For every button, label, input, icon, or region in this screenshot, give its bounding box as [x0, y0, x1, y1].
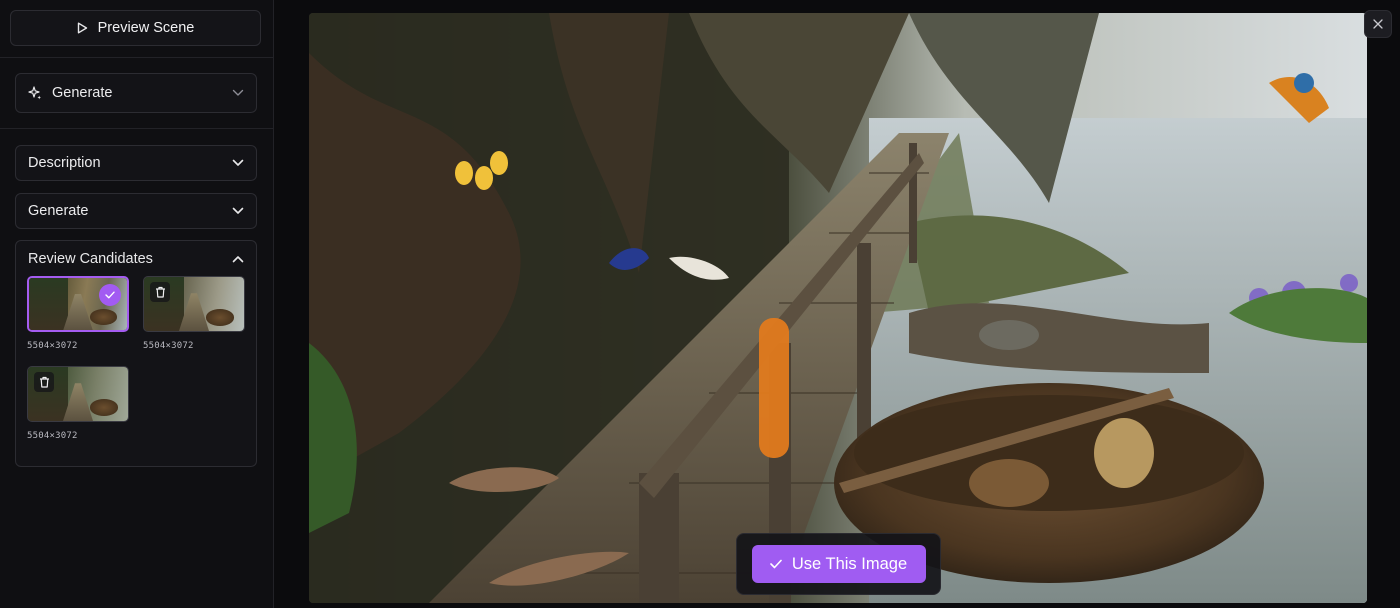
- review-candidates-label: Review Candidates: [28, 251, 153, 267]
- candidate-thumbnail[interactable]: 5504×3072: [27, 276, 129, 351]
- use-this-image-label: Use This Image: [791, 554, 908, 573]
- generate-section-label: Generate: [28, 203, 89, 219]
- app-root: Preview Scene Generate Description Gener…: [0, 0, 1400, 608]
- chevron-down-icon: [232, 205, 244, 217]
- trash-icon[interactable]: [150, 282, 170, 302]
- candidate-dimensions: 5504×3072: [27, 341, 78, 351]
- description-label: Description: [28, 155, 101, 171]
- preview-scene-label: Preview Scene: [97, 20, 195, 36]
- review-candidates-panel: Review Candidates 5504×3072 5504×3072 55…: [15, 240, 257, 467]
- divider: [0, 57, 274, 58]
- chevron-up-icon: [232, 251, 244, 267]
- play-icon: [77, 22, 88, 34]
- use-this-image-button[interactable]: Use This Image: [751, 545, 926, 583]
- sparkle-icon: [28, 86, 42, 100]
- generated-image-preview: [309, 13, 1367, 603]
- candidate-dimensions: 5504×3072: [27, 431, 78, 441]
- main-preview-area: Use This Image: [274, 0, 1400, 608]
- divider: [0, 128, 274, 129]
- review-candidates-header[interactable]: Review Candidates: [16, 241, 256, 277]
- description-section[interactable]: Description: [15, 145, 257, 181]
- chevron-down-icon: [232, 87, 244, 99]
- check-icon: [770, 559, 782, 569]
- candidate-thumbnail[interactable]: 5504×3072: [27, 366, 129, 441]
- check-icon: [99, 284, 121, 306]
- trash-icon[interactable]: [34, 372, 54, 392]
- sidebar: Preview Scene Generate Description Gener…: [0, 0, 274, 608]
- generate-dropdown-label: Generate: [52, 85, 113, 101]
- candidate-thumbnail[interactable]: 5504×3072: [143, 276, 245, 351]
- candidate-dimensions: 5504×3072: [143, 341, 194, 351]
- generate-dropdown[interactable]: Generate: [15, 73, 257, 113]
- close-button[interactable]: [1364, 10, 1392, 38]
- use-image-toolbar: Use This Image: [736, 533, 941, 595]
- mangrove-scene-image: [309, 13, 1367, 603]
- preview-scene-button[interactable]: Preview Scene: [10, 10, 261, 46]
- generate-section[interactable]: Generate: [15, 193, 257, 229]
- close-icon: [1373, 19, 1383, 29]
- chevron-down-icon: [232, 157, 244, 169]
